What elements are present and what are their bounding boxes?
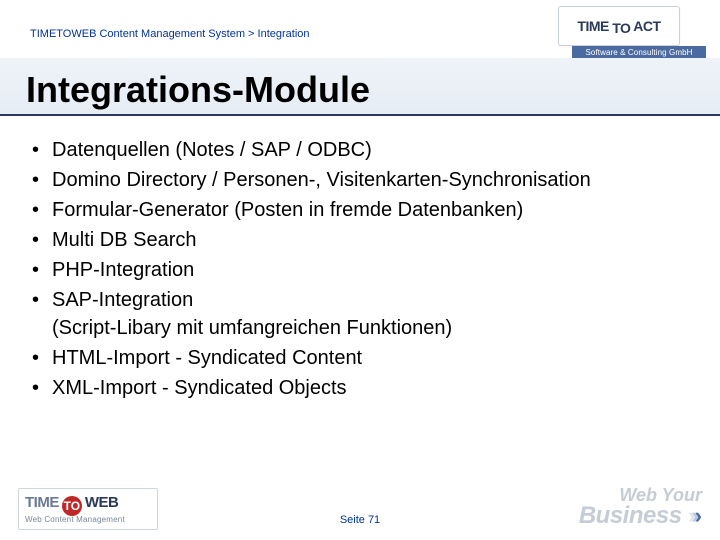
product-logo-web: WEB xyxy=(85,495,119,510)
product-logo-main: TIME TO WEB xyxy=(25,493,151,513)
list-item: Formular-Generator (Posten in fremde Dat… xyxy=(30,196,700,224)
chevron-icon: ››› xyxy=(692,505,702,527)
list-item: PHP-Integration xyxy=(30,256,700,284)
content-area: Datenquellen (Notes / SAP / ODBC) Domino… xyxy=(30,134,700,404)
list-item: XML-Import - Syndicated Objects xyxy=(30,374,700,402)
slogan: Web Your Business ››› xyxy=(579,486,702,528)
product-logo-to: TO xyxy=(62,496,82,516)
slide: TIMETOWEB Content Management System > In… xyxy=(0,0,720,540)
list-item: Datenquellen (Notes / SAP / ODBC) xyxy=(30,136,700,164)
bullet-list: Datenquellen (Notes / SAP / ODBC) Domino… xyxy=(30,136,700,402)
slogan-line2: Business xyxy=(579,502,682,529)
title-bar: Integrations-Module xyxy=(0,58,720,114)
breadcrumb: TIMETOWEB Content Management System > In… xyxy=(30,28,310,40)
page-title: Integrations-Module xyxy=(26,72,370,108)
list-item: SAP-Integration(Script-Libary mit umfang… xyxy=(30,286,700,342)
slide-footer: TIME TO WEB Web Content Management Seite… xyxy=(0,470,720,540)
list-item: Multi DB Search xyxy=(30,226,700,254)
product-logo-time: TIME xyxy=(25,495,59,510)
list-item: Domino Directory / Personen-, Visitenkar… xyxy=(30,166,700,194)
list-item: HTML-Import - Syndicated Content xyxy=(30,344,700,372)
slide-header: TIMETOWEB Content Management System > In… xyxy=(0,0,720,116)
company-logo-main: TIME TO ACT xyxy=(558,6,680,46)
company-logo: TIME TO ACT Software & Consulting GmbH xyxy=(558,6,706,60)
company-logo-text: TIME TO ACT xyxy=(577,18,660,34)
